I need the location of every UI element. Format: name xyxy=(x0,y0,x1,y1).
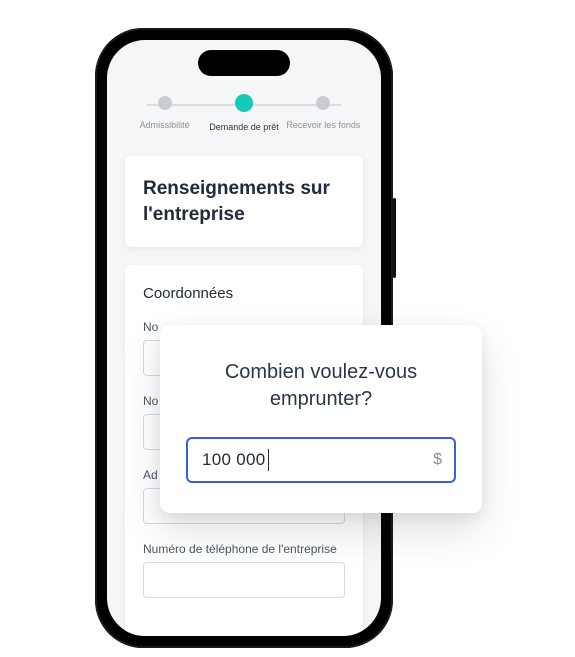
field-label: Numéro de téléphone de l'entreprise xyxy=(143,542,345,556)
field-phone: Numéro de téléphone de l'entreprise xyxy=(143,542,345,598)
modal-title: Combien voulez-vous emprunter? xyxy=(186,359,456,413)
amount-input-wrap: $ xyxy=(186,437,456,483)
progress-step-receive-funds[interactable]: Recevoir les fonds xyxy=(284,96,363,130)
step-dot-icon xyxy=(158,96,172,110)
step-label: Admissibilité xyxy=(140,120,190,130)
phone-side-button xyxy=(393,198,396,278)
step-label: Recevoir les fonds xyxy=(286,120,360,130)
step-label: Demande de prêt xyxy=(209,122,279,132)
page-title: Renseignements sur l'entreprise xyxy=(143,176,345,227)
currency-symbol: $ xyxy=(433,451,442,469)
step-dot-icon xyxy=(316,96,330,110)
progress-stepper: Admissibilité Demande de prêt Recevoir l… xyxy=(125,96,363,132)
contact-section-title: Coordonnées xyxy=(143,285,345,302)
phone-input[interactable] xyxy=(143,562,345,598)
borrow-amount-modal: Combien voulez-vous emprunter? $ xyxy=(160,325,482,513)
text-caret-icon xyxy=(268,449,269,471)
header-card: Renseignements sur l'entreprise xyxy=(125,156,363,247)
phone-notch xyxy=(198,50,290,76)
progress-step-eligibility[interactable]: Admissibilité xyxy=(125,96,204,130)
step-dot-active-icon xyxy=(235,94,253,112)
progress-step-loan-request[interactable]: Demande de prêt xyxy=(204,96,283,132)
amount-input[interactable] xyxy=(186,437,456,483)
